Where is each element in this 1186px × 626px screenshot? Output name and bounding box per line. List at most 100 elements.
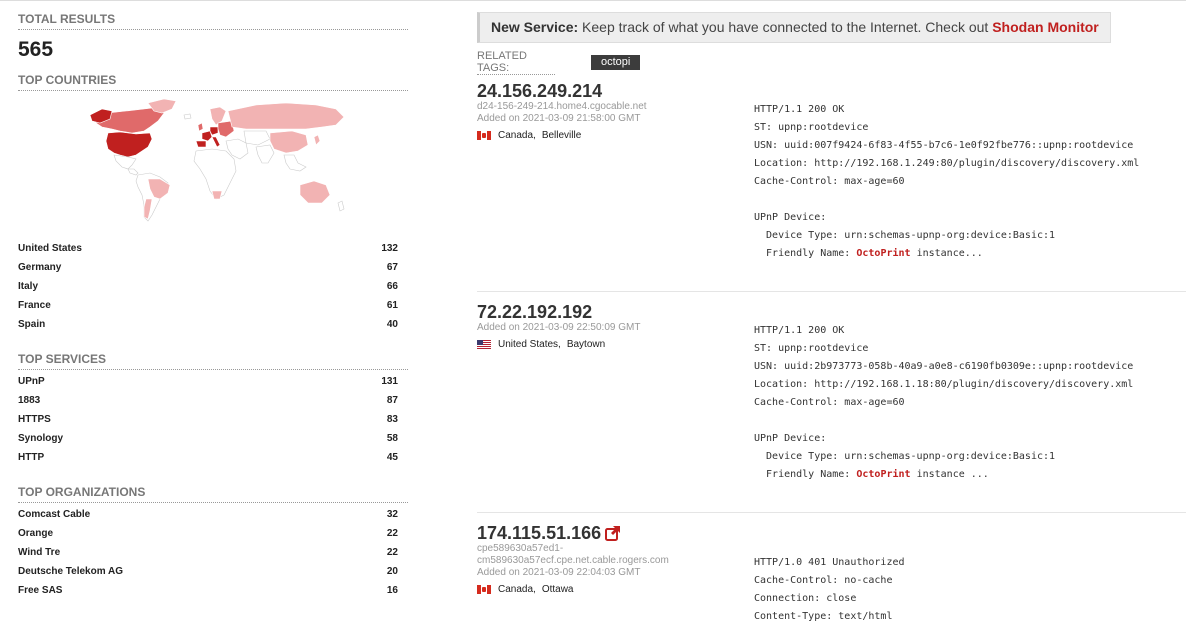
result-ip-link[interactable]: 72.22.192.192 [477,302,1186,322]
facet-row-country[interactable]: Spain 40 [18,315,408,334]
results-main: New Service: Keep track of what you have… [477,12,1186,622]
facet-name: 1883 [18,395,41,406]
facet-row-country[interactable]: Germany 67 [18,258,408,277]
result-item: 174.115.51.166 cpe589630a57ed1- cm589630… [477,523,1186,623]
facet-count: 131 [381,376,398,387]
facet-name: UPnP [18,376,45,387]
map-new-zealand[interactable] [337,200,345,212]
map-spain[interactable] [195,140,207,148]
facet-count: 61 [386,300,398,311]
facet-count: 58 [386,433,398,444]
map-southeast-asia[interactable] [283,154,307,172]
result-city-link[interactable]: Baytown [567,339,605,350]
banner-text: HTTP/1.1 200 OK ST: upnp:rootdevice USN:… [754,104,1140,259]
facet-row-org[interactable]: Orange 22 [18,524,408,543]
new-service-banner: New Service: Keep track of what you have… [477,12,1111,43]
countries-list: United States 132 Germany 67 Italy 66 Franc… [18,239,408,334]
facet-count: 66 [386,281,398,292]
result-city-link[interactable]: Ottawa [542,584,574,595]
total-results-value: 565 [18,38,54,61]
facet-name: Orange [18,528,54,539]
map-china[interactable] [269,130,309,154]
facet-name: Germany [18,262,62,273]
result-ip-link[interactable]: 24.156.249.214 [477,81,1186,101]
tag-octopi[interactable]: octopi [591,54,641,70]
map-mexico[interactable] [113,154,137,170]
facet-name: Spain [18,319,46,330]
facet-row-org[interactable]: Wind Tre 22 [18,543,408,562]
facet-row-org[interactable]: Free SAS 16 [18,581,408,600]
result-country-link[interactable]: Canada [498,584,533,595]
facet-name: HTTPS [18,414,51,425]
facet-name: United States [18,243,82,254]
facet-count: 45 [386,452,398,463]
result-divider [477,291,1186,292]
facet-name: Synology [18,433,64,444]
banner-strong: New Service: [491,19,579,35]
top-border [0,0,1186,1]
map-iceland[interactable] [183,113,192,120]
result-banner: HTTP/1.0 401 Unauthorized Cache-Control:… [754,554,905,626]
facet-row-country[interactable]: France 61 [18,296,408,315]
banner-text: HTTP/1.0 401 Unauthorized Cache-Control:… [754,557,905,622]
facet-count: 67 [386,262,398,273]
banner-highlight: OctoPrint [856,248,911,259]
facet-name: Comcast Cable [18,509,91,520]
related-tags-label: Related Tags: [477,50,555,75]
result-ip-link[interactable]: 174.115.51.166 [477,523,601,543]
map-central-asia[interactable] [243,130,271,146]
world-map-svg [89,99,345,222]
facet-count: 16 [386,585,398,596]
facet-name: Deutsche Telekom AG [18,566,124,577]
map-italy[interactable] [211,136,221,148]
external-link-icon[interactable] [605,525,621,541]
result-item: 72.22.192.192 Added on 2021-03-09 22:50:… [477,302,1186,507]
services-list: UPnP 131 1883 87 HTTPS 83 Synology 58 HTTP 45 [18,372,408,467]
result-item: 24.156.249.214 d24-156-249-214.home4.cgo… [477,81,1186,296]
map-germany[interactable] [209,126,219,136]
result-banner: HTTP/1.1 200 OK ST: upnp:rootdevice USN:… [754,101,1139,263]
facet-row-country[interactable]: United States 132 [18,239,408,258]
banner-text: Keep track of what you have connected to… [578,19,993,35]
facet-count: 22 [386,528,398,539]
facet-count: 22 [386,547,398,558]
canada-flag-icon [477,131,491,140]
facet-name: France [18,300,51,311]
facet-count: 20 [386,566,398,577]
facet-name: Italy [18,281,39,292]
organizations-list: Comcast Cable 32 Orange 22 Wind Tre 22 Deut… [18,505,408,600]
facet-row-country[interactable]: Italy 66 [18,277,408,296]
facet-name: HTTP [18,452,45,463]
facet-row-service[interactable]: HTTPS 83 [18,410,408,429]
canada-flag-icon [477,585,491,594]
map-central-america[interactable] [127,168,139,176]
map-uk[interactable] [197,122,204,132]
related-tags: Related Tags: octopi [477,50,1186,75]
facet-name: Wind Tre [18,547,61,558]
facet-name: Free SAS [18,585,63,596]
facet-row-service[interactable]: Synology 58 [18,429,408,448]
map-russia[interactable] [227,102,345,130]
result-city-link[interactable]: Belleville [542,130,581,141]
result-country-link[interactable]: United States [498,339,558,350]
facet-row-service[interactable]: HTTP 45 [18,448,408,467]
result-country-link[interactable]: Canada [498,130,533,141]
facet-row-org[interactable]: Deutsche Telekom AG 20 [18,562,408,581]
map-south-africa[interactable] [211,190,223,200]
map-australia[interactable] [299,180,331,204]
result-divider [477,512,1186,513]
facet-row-org[interactable]: Comcast Cable 32 [18,505,408,524]
map-united-states[interactable] [105,131,153,158]
facet-count: 40 [386,319,398,330]
world-map[interactable] [18,97,408,229]
map-india[interactable] [255,144,275,164]
banner-highlight: OctoPrint [856,469,911,480]
top-organizations-title: Top Organizations [18,485,408,503]
facet-row-service[interactable]: UPnP 131 [18,372,408,391]
banner-text-end: instance ... [910,469,989,480]
facet-count: 87 [386,395,398,406]
facet-row-service[interactable]: 1883 87 [18,391,408,410]
top-countries-title: Top Countries [18,73,408,91]
map-japan[interactable] [313,134,321,146]
shodan-monitor-link[interactable]: Shodan Monitor [992,19,1099,35]
